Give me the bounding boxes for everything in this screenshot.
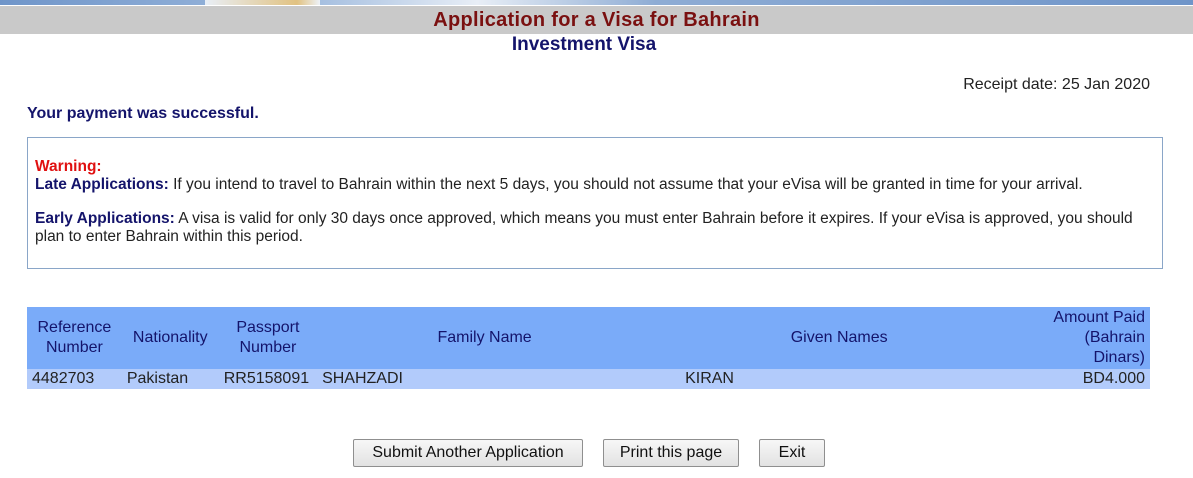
- receipt-date: Receipt date: 25 Jan 2020: [963, 76, 1150, 93]
- action-buttons: Submit Another Application Print this pa…: [0, 439, 1193, 468]
- page-title: Application for a Visa for Bahrain: [433, 9, 760, 31]
- application-table: Reference Number Nationality Passport Nu…: [27, 307, 1150, 389]
- late-applications-label: Late Applications:: [35, 176, 169, 193]
- warning-box: Warning: Late Applications: If you inten…: [27, 137, 1163, 269]
- cell-reference: 4482703: [27, 369, 122, 389]
- column-header-passport: Passport Number: [218, 307, 318, 369]
- early-applications-paragraph: Early Applications: A visa is valid for …: [35, 210, 1155, 246]
- print-page-button[interactable]: Print this page: [603, 439, 739, 467]
- column-header-given-names: Given Names: [652, 307, 1027, 369]
- late-applications-paragraph: Late Applications: If you intend to trav…: [35, 176, 1155, 194]
- cell-passport: RR5158091: [218, 369, 318, 389]
- column-header-reference: Reference Number: [27, 307, 122, 369]
- banner-logo-fragment: [205, 0, 320, 5]
- early-applications-text: A visa is valid for only 30 days once ap…: [35, 210, 1133, 245]
- cell-family-name: SHAHZADI: [317, 369, 653, 389]
- visa-type-subtitle: Investment Visa: [511, 34, 657, 55]
- table-row: 4482703 Pakistan RR5158091 SHAHZADI KIRA…: [27, 369, 1150, 389]
- column-header-family-name: Family Name: [317, 307, 653, 369]
- early-applications-label: Early Applications:: [35, 210, 175, 227]
- submit-another-application-button[interactable]: Submit Another Application: [353, 439, 583, 467]
- exit-button[interactable]: Exit: [759, 439, 825, 467]
- table-header-row: Reference Number Nationality Passport Nu…: [27, 307, 1150, 369]
- cell-nationality: Pakistan: [121, 369, 219, 389]
- column-header-amount: Amount Paid (Bahrain Dinars): [1026, 307, 1150, 369]
- late-applications-text: If you intend to travel to Bahrain withi…: [168, 176, 1083, 193]
- column-header-nationality: Nationality: [121, 307, 219, 369]
- title-bar: Application for a Visa for Bahrain: [0, 6, 1193, 34]
- cell-amount: BD4.000: [1026, 369, 1150, 389]
- payment-success-message: Your payment was successful.: [27, 105, 259, 122]
- warning-title: Warning:: [35, 158, 102, 175]
- top-banner-strip: [0, 0, 1193, 5]
- cell-given-names: KIRAN: [652, 369, 1027, 389]
